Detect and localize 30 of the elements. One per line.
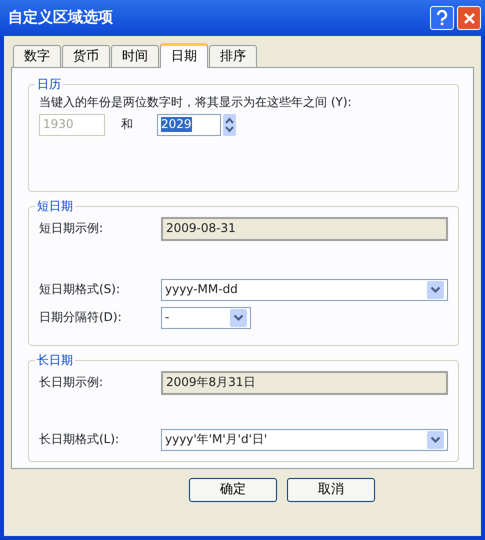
field-label: 长日期格式(L): (39, 432, 120, 448)
field-label: 短日期格式(S): (39, 282, 122, 298)
tab[interactable]: 排序 (209, 45, 257, 67)
example-field: 2009-08-31 (161, 217, 448, 241)
tab[interactable]: 日期 (160, 43, 208, 68)
dialog-button[interactable]: 取消 (287, 478, 375, 502)
conjunction-label: 和 (121, 116, 133, 132)
year-value: 2029 (161, 116, 192, 132)
field-label: 短日期示例: (39, 221, 104, 237)
year-input[interactable]: 2029 (157, 114, 221, 136)
help-button[interactable] (430, 6, 454, 30)
format-dropdown[interactable]: yyyy-MM-dd (161, 279, 448, 301)
group-title: 长日期 (35, 352, 75, 368)
window-title: 自定义区域选项 (8, 8, 114, 28)
tab[interactable]: 时间 (111, 45, 159, 67)
group-title: 日历 (35, 76, 63, 92)
help-icon (436, 10, 448, 26)
spinner-icon[interactable] (223, 114, 236, 136)
dialog-button[interactable]: 确定 (189, 478, 277, 502)
format-dropdown[interactable]: yyyy'年'M'月'd'日' (161, 429, 448, 451)
group-title: 短日期 (35, 198, 75, 214)
tab[interactable]: 数字 (13, 45, 61, 67)
close-button[interactable] (457, 6, 481, 30)
field-label: 日期分隔符(D): (39, 310, 123, 326)
field-label: 长日期示例: (39, 375, 104, 391)
example-field: 2009年8月31日 (161, 371, 448, 395)
tab[interactable]: 货币 (62, 45, 110, 67)
separator-dropdown[interactable]: - (161, 307, 251, 329)
close-icon (462, 12, 476, 24)
year-range-label: 当键入的年份是两位数字时，将其显示为在这些年之间 (Y): (39, 95, 353, 111)
